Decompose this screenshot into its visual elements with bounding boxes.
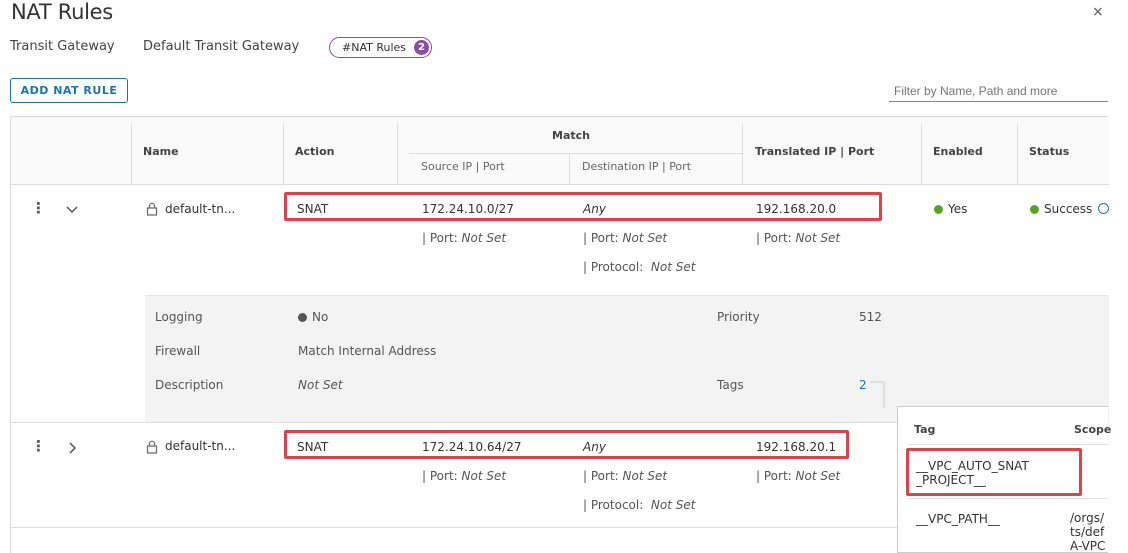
page-title: NAT Rules	[11, 0, 113, 24]
column-header-status[interactable]: Status	[1029, 145, 1069, 158]
context-value: Default Transit Gateway	[143, 39, 300, 54]
badge-label: #NAT Rules	[342, 41, 407, 54]
dest-port: | Port: Not Set	[583, 469, 668, 483]
row-actions-icon[interactable]: ⋮	[31, 199, 46, 217]
column-header-match: Match	[552, 129, 590, 142]
chevron-right-icon[interactable]	[69, 442, 77, 454]
source-port: | Port: Not Set	[422, 231, 507, 245]
translated-port: | Port: Not Set	[756, 469, 841, 483]
source-port: | Port: Not Set	[422, 469, 507, 483]
context-label: Transit Gateway	[10, 39, 115, 54]
rule-name[interactable]: default-tn...	[165, 202, 235, 216]
firewall-label: Firewall	[155, 344, 201, 358]
tags-label: Tags	[717, 378, 744, 392]
column-header-name[interactable]: Name	[143, 145, 179, 158]
tags-count-link[interactable]: 2	[859, 378, 867, 392]
dest-protocol: | Protocol: Not Set	[583, 498, 696, 512]
scope-column-header: Scope	[1074, 423, 1112, 436]
lock-icon	[146, 202, 158, 216]
logging-value: No	[298, 310, 328, 324]
filter-input[interactable]	[889, 80, 1108, 102]
info-icon[interactable]	[1098, 203, 1110, 214]
rule-enabled: Yes	[934, 202, 967, 216]
row-actions-icon[interactable]: ⋮	[31, 437, 46, 455]
column-header-destination[interactable]: Destination IP | Port	[582, 160, 691, 173]
close-icon[interactable]: ×	[1092, 4, 1104, 20]
column-header-enabled[interactable]: Enabled	[933, 145, 983, 158]
scope-value: /orgs/ts/def A-VPC	[1070, 511, 1106, 553]
add-nat-rule-button[interactable]: ADD NAT RULE	[10, 78, 128, 103]
highlight-box	[284, 430, 849, 459]
column-header-translated[interactable]: Translated IP | Port	[755, 145, 874, 158]
enabled-dot-icon	[934, 205, 943, 214]
nat-rules-count-badge: #NAT Rules 2	[329, 37, 432, 58]
tag-column-header: Tag	[914, 423, 936, 436]
row-details-panel	[145, 295, 1109, 422]
rule-status: Success	[1030, 202, 1110, 216]
highlight-box	[284, 192, 882, 221]
success-dot-icon	[1030, 205, 1039, 214]
badge-count: 2	[414, 40, 429, 55]
firewall-value: Match Internal Address	[298, 344, 437, 358]
dest-port: | Port: Not Set	[583, 231, 668, 245]
rule-name[interactable]: default-tn...	[165, 439, 235, 453]
highlight-box	[906, 448, 1082, 496]
priority-label: Priority	[717, 310, 760, 324]
translated-port: | Port: Not Set	[756, 231, 841, 245]
tag-value: __VPC_PATH__	[916, 512, 1000, 526]
disabled-dot-icon	[298, 313, 307, 322]
column-header-source[interactable]: Source IP | Port	[421, 160, 505, 173]
priority-value: 512	[859, 310, 882, 324]
lock-icon	[146, 440, 158, 454]
logging-label: Logging	[155, 310, 203, 324]
description-value: Not Set	[298, 378, 343, 392]
popover-arrow	[870, 381, 885, 408]
description-label: Description	[155, 378, 224, 392]
column-header-action[interactable]: Action	[295, 145, 334, 158]
dest-protocol: | Protocol: Not Set	[583, 260, 696, 274]
chevron-down-icon[interactable]	[66, 206, 78, 214]
grid-header: Name Action Match Source IP | Port Desti…	[11, 117, 1109, 185]
